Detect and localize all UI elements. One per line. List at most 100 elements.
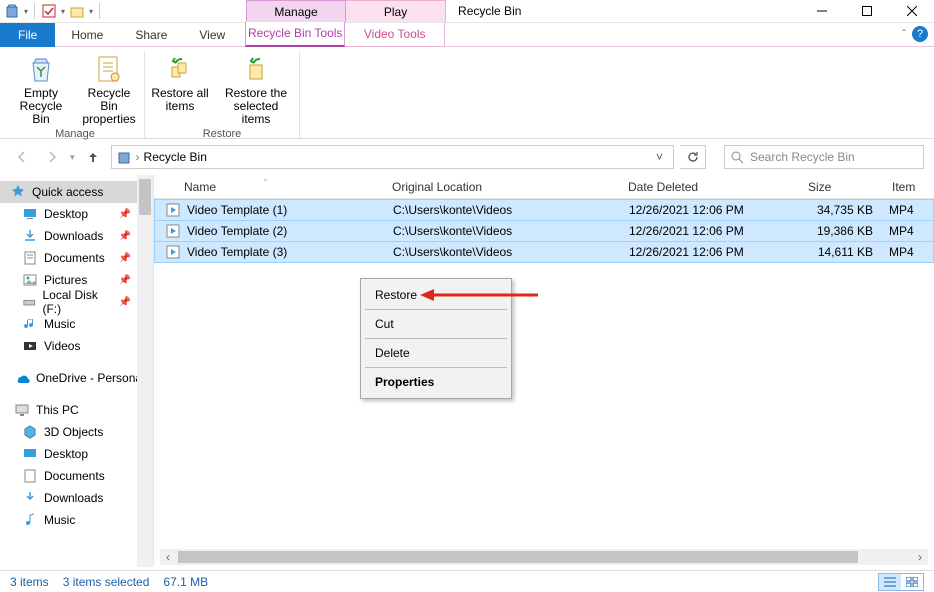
restore-selected-button[interactable]: Restore the selected items — [219, 51, 293, 126]
properties-icon[interactable] — [41, 3, 57, 19]
file-row[interactable]: Video Template (2) C:\Users\konte\Videos… — [154, 220, 934, 242]
tab-recycle-bin-tools[interactable]: Recycle Bin Tools — [245, 22, 345, 47]
file-location: C:\Users\konte\Videos — [385, 245, 621, 259]
nav-label: Documents — [44, 251, 105, 265]
drive-icon — [22, 294, 36, 310]
nav-3d-objects[interactable]: 3D Objects — [0, 421, 153, 443]
this-pc-icon — [14, 402, 30, 418]
back-button[interactable] — [10, 145, 34, 169]
nav-label: Downloads — [44, 229, 103, 243]
group-label: Restore — [203, 126, 242, 143]
nav-onedrive[interactable]: OneDrive - Personal — [0, 367, 153, 389]
videos-icon — [22, 338, 38, 354]
empty-recycle-bin-button[interactable]: Empty Recycle Bin — [12, 51, 70, 126]
tab-share[interactable]: Share — [119, 23, 183, 47]
file-list-pane: Nameˆ Original Location Date Deleted Siz… — [154, 175, 934, 567]
pin-icon: 📌 — [119, 209, 131, 220]
breadcrumb[interactable]: › Recycle Bin ˅ — [111, 145, 674, 169]
thumbnails-view-button[interactable] — [901, 574, 923, 590]
address-bar: ▾ › Recycle Bin ˅ Search Recycle Bin — [0, 139, 934, 175]
separator — [365, 309, 507, 310]
ctx-properties[interactable]: Properties — [361, 370, 511, 394]
scrollbar-thumb[interactable] — [178, 551, 858, 563]
file-row[interactable]: Video Template (1) C:\Users\konte\Videos… — [154, 199, 934, 221]
video-file-icon — [165, 244, 181, 260]
ctx-restore[interactable]: Restore — [361, 283, 511, 307]
nav-documents[interactable]: Documents📌 — [0, 247, 153, 269]
details-view-button[interactable] — [879, 574, 901, 590]
ribbon-group-manage: Empty Recycle Bin Recycle Bin properties… — [6, 51, 145, 138]
maximize-button[interactable] — [844, 0, 889, 22]
tab-video-tools[interactable]: Video Tools — [345, 23, 445, 47]
recycle-bin-properties-button[interactable]: Recycle Bin properties — [80, 51, 138, 126]
ctx-delete[interactable]: Delete — [361, 341, 511, 365]
nav-quick-access[interactable]: Quick access — [0, 181, 153, 203]
ribbon-help-area: ˆ ? — [902, 26, 928, 42]
column-name[interactable]: Nameˆ — [154, 180, 384, 194]
sort-indicator-icon: ˆ — [264, 178, 267, 188]
tab-home[interactable]: Home — [55, 23, 119, 47]
file-location: C:\Users\konte\Videos — [385, 203, 621, 217]
breadcrumb-dropdown-icon[interactable]: ˅ — [656, 150, 669, 164]
ctx-cut[interactable]: Cut — [361, 312, 511, 336]
music-icon — [22, 316, 38, 332]
nav-downloads[interactable]: Downloads📌 — [0, 225, 153, 247]
search-input[interactable]: Search Recycle Bin — [724, 145, 924, 169]
nav-music[interactable]: Music — [0, 313, 153, 335]
nav-pc-music[interactable]: Music — [0, 509, 153, 531]
column-item-type[interactable]: Item — [884, 180, 932, 194]
restore-all-button[interactable]: Restore all items — [151, 51, 209, 126]
close-button[interactable] — [889, 0, 934, 22]
new-folder-icon[interactable] — [69, 3, 85, 19]
restore-all-icon — [164, 53, 196, 85]
file-type: MP4 — [885, 245, 933, 259]
up-button[interactable] — [81, 145, 105, 169]
properties-icon — [93, 53, 125, 85]
nav-pc-desktop[interactable]: Desktop — [0, 443, 153, 465]
desktop-icon — [22, 206, 38, 222]
forward-button[interactable] — [40, 145, 64, 169]
nav-desktop[interactable]: Desktop📌 — [0, 203, 153, 225]
file-row[interactable]: Video Template (3) C:\Users\konte\Videos… — [154, 241, 934, 263]
minimize-button[interactable] — [799, 0, 844, 22]
chevron-right-icon[interactable]: › — [136, 150, 140, 164]
collapse-ribbon-icon[interactable]: ˆ — [902, 27, 906, 41]
scroll-left-icon[interactable]: ‹ — [160, 550, 176, 564]
tab-view[interactable]: View — [183, 23, 241, 47]
navigation-pane: Quick access Desktop📌 Downloads📌 Documen… — [0, 175, 154, 567]
pin-icon: 📌 — [119, 275, 131, 286]
context-menu: Restore Cut Delete Properties — [360, 278, 512, 399]
help-icon[interactable]: ? — [912, 26, 928, 42]
file-type: MP4 — [885, 224, 933, 238]
separator — [365, 338, 507, 339]
nav-label: 3D Objects — [44, 425, 103, 439]
column-original-location[interactable]: Original Location — [384, 180, 620, 194]
context-tab-play: Play — [346, 0, 446, 22]
nav-label: Documents — [44, 469, 105, 483]
video-file-icon — [165, 202, 181, 218]
separator — [34, 3, 35, 19]
nav-this-pc[interactable]: This PC — [0, 399, 153, 421]
qat-dropdown-icon[interactable]: ▾ — [61, 7, 65, 16]
pictures-icon — [22, 272, 38, 288]
scroll-right-icon[interactable]: › — [912, 550, 928, 564]
onedrive-icon — [14, 370, 30, 386]
nav-scrollbar[interactable] — [137, 175, 153, 567]
button-label: Restore the selected items — [219, 87, 293, 126]
desktop-icon — [22, 446, 38, 462]
horizontal-scrollbar[interactable]: ‹ › — [160, 549, 928, 565]
nav-pc-downloads[interactable]: Downloads — [0, 487, 153, 509]
nav-videos[interactable]: Videos — [0, 335, 153, 357]
column-size[interactable]: Size — [800, 180, 884, 194]
refresh-button[interactable] — [680, 145, 706, 169]
file-date: 12/26/2021 12:06 PM — [621, 245, 801, 259]
qat-dropdown-icon[interactable]: ▾ — [24, 7, 28, 16]
nav-pc-documents[interactable]: Documents — [0, 465, 153, 487]
column-date-deleted[interactable]: Date Deleted — [620, 180, 800, 194]
recent-locations-icon[interactable]: ▾ — [70, 152, 75, 163]
view-toggle — [878, 573, 924, 591]
nav-local-disk[interactable]: Local Disk (F:)📌 — [0, 291, 153, 313]
breadcrumb-location[interactable]: Recycle Bin — [144, 150, 207, 164]
tab-file[interactable]: File — [0, 23, 55, 47]
qat-customize-icon[interactable]: ▾ — [89, 7, 93, 16]
